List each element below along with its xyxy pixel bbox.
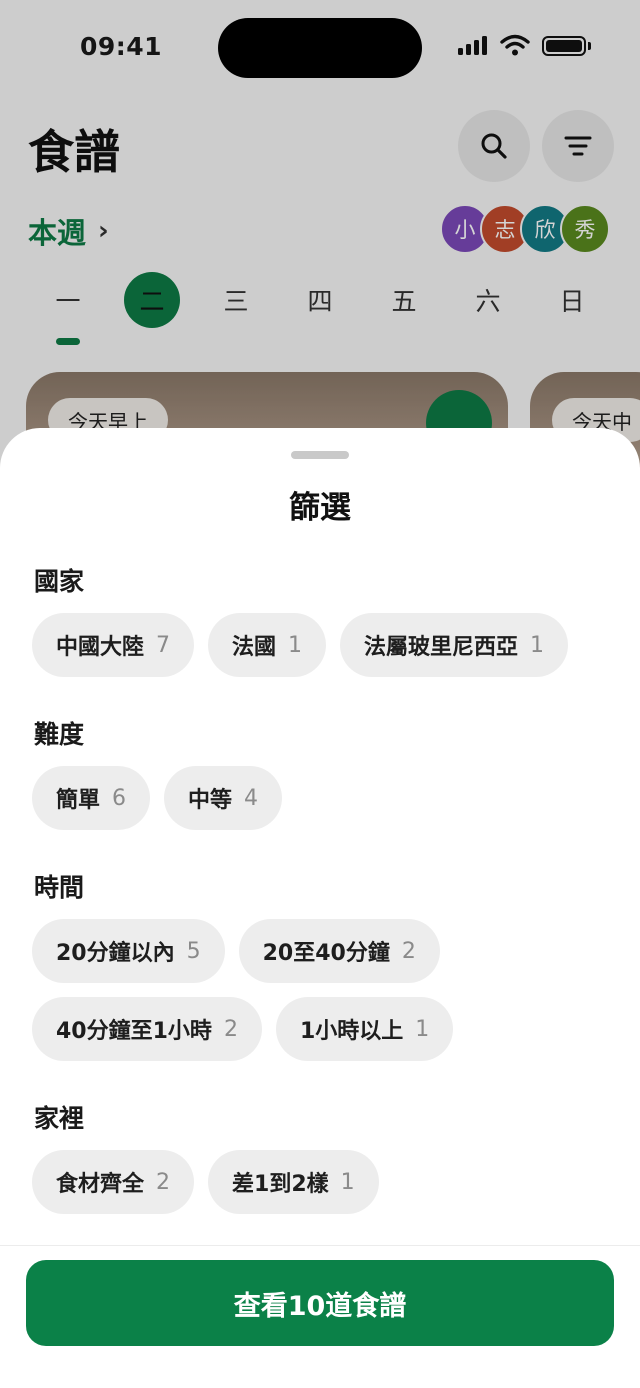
filter-chip[interactable]: 中國大陸 7 — [32, 613, 195, 677]
filter-chip[interactable]: 1小時以上 1 — [275, 997, 454, 1061]
filter-chip[interactable]: 簡單 6 — [32, 766, 151, 830]
chip-label: 中等 — [188, 788, 233, 813]
chip-label: 40分鐘至1小時 — [56, 1019, 212, 1044]
chip-count: 5 — [186, 938, 201, 964]
chip-count: 4 — [244, 785, 259, 811]
chip-label: 食材齊全 — [56, 1172, 145, 1197]
chip-label: 中國大陸 — [56, 635, 145, 660]
chip-count: 7 — [156, 632, 171, 658]
filter-chip[interactable]: 法國 1 — [208, 613, 327, 677]
chip-label: 法屬玻里尼西亞 — [364, 635, 519, 660]
filter-sheet: 篩選 國家 中國大陸 7 法國 1 法屬玻里尼西亞 1 難度 簡單 6 中等 4 時間 2… — [0, 428, 640, 1388]
chip-label: 差1到2樣 — [232, 1172, 329, 1197]
filter-chip[interactable]: 20分鐘以內 5 — [32, 919, 225, 983]
chip-label: 法國 — [232, 635, 277, 660]
section-title-time: 時間 — [34, 873, 85, 902]
chip-label: 簡單 — [56, 788, 101, 813]
chip-count: 2 — [223, 1016, 238, 1042]
chip-count: 1 — [288, 632, 303, 658]
country-chips: 中國大陸 7 法國 1 法屬玻里尼西亞 1 — [32, 613, 569, 677]
section-title-home: 家裡 — [34, 1104, 85, 1133]
chip-count: 2 — [156, 1169, 171, 1195]
filter-chip[interactable]: 20至40分鐘 2 — [238, 919, 440, 983]
sheet-grabber[interactable] — [291, 451, 349, 459]
chip-label: 20分鐘以內 — [56, 941, 175, 966]
section-title-difficulty: 難度 — [34, 720, 85, 749]
filter-chip[interactable]: 食材齊全 2 — [32, 1150, 195, 1214]
filter-chip[interactable]: 中等 4 — [164, 766, 283, 830]
chip-count: 6 — [112, 785, 127, 811]
chip-count: 2 — [401, 938, 416, 964]
home-chips: 食材齊全 2 差1到2樣 1 — [32, 1150, 379, 1214]
chip-label: 20至40分鐘 — [262, 941, 390, 966]
filter-chip[interactable]: 差1到2樣 1 — [208, 1150, 379, 1214]
time-chips-row-2: 40分鐘至1小時 2 1小時以上 1 — [32, 997, 454, 1061]
sheet-title: 篩選 — [289, 490, 351, 526]
section-title-country: 國家 — [34, 567, 85, 596]
view-recipes-button[interactable]: 查看10道食譜 — [26, 1260, 614, 1346]
chip-label: 1小時以上 — [299, 1019, 404, 1044]
filter-chip[interactable]: 法屬玻里尼西亞 1 — [340, 613, 569, 677]
difficulty-chips: 簡單 6 中等 4 — [32, 766, 283, 830]
filter-chip[interactable]: 40分鐘至1小時 2 — [32, 997, 262, 1061]
chip-count: 1 — [415, 1016, 430, 1042]
footer-divider — [0, 1245, 640, 1246]
chip-count: 1 — [530, 632, 545, 658]
chip-count: 1 — [340, 1169, 355, 1195]
time-chips-row-1: 20分鐘以內 5 20至40分鐘 2 — [32, 919, 440, 983]
